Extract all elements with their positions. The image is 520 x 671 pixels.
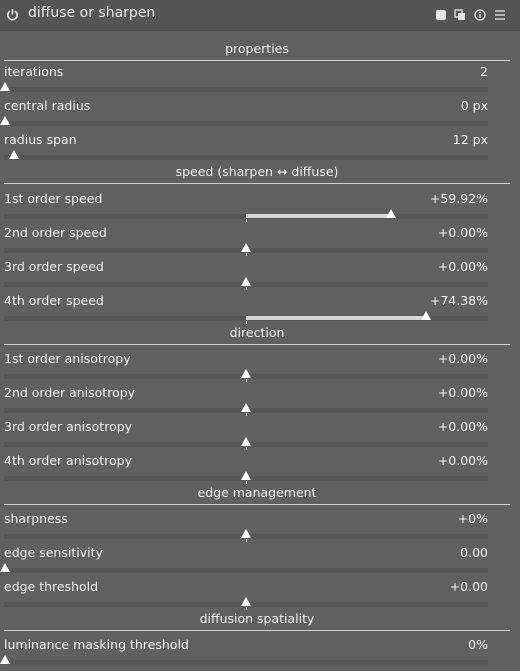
section-edge-management: edge management [4, 484, 510, 505]
slider-value: +0.00% [437, 225, 488, 240]
slider-center-tick [246, 539, 247, 542]
slider-marker[interactable] [241, 277, 251, 286]
slider-4th-order-anisotropy[interactable]: 4th order anisotropy +0.00% [0, 453, 520, 487]
slider-label: radius span [4, 132, 77, 147]
slider-value: +74.38% [429, 293, 488, 308]
module-header: diffuse or sharpen [0, 0, 520, 31]
section-speed: speed (sharpen ↔ diffuse) [4, 163, 510, 184]
slider-sharpness[interactable]: sharpness +0% [0, 511, 520, 545]
slider-3rd-order-speed[interactable]: 3rd order speed +0.00% [0, 259, 520, 293]
section-diffusion-spatiality: diffusion spatiality [4, 610, 510, 631]
slider-track[interactable] [4, 155, 488, 160]
slider-label: edge sensitivity [4, 545, 103, 560]
slider-iterations[interactable]: iterations 2 [0, 64, 520, 98]
module-title: diffuse or sharpen [28, 5, 156, 21]
slider-marker[interactable] [241, 403, 251, 412]
slider-label: 1st order speed [4, 191, 103, 206]
slider-fill [246, 214, 391, 218]
slider-central-radius[interactable]: central radius 0 px [0, 98, 520, 132]
multi-instance-icon[interactable] [454, 9, 466, 21]
slider-track[interactable] [4, 121, 488, 126]
slider-marker[interactable] [241, 243, 251, 252]
slider-marker[interactable] [241, 369, 251, 378]
slider-value: 0 px [460, 98, 488, 113]
slider-1st-order-anisotropy[interactable]: 1st order anisotropy +0.00% [0, 351, 520, 385]
slider-luminance-masking-threshold[interactable]: luminance masking threshold 0% [0, 637, 520, 671]
slider-marker[interactable] [0, 116, 10, 125]
slider-1st-order-speed[interactable]: 1st order speed +59.92% [0, 191, 520, 225]
slider-marker[interactable] [0, 655, 10, 664]
slider-label: iterations [4, 64, 64, 79]
slider-value: +0.00 [449, 579, 488, 594]
slider-center-tick [246, 287, 247, 290]
slider-marker[interactable] [0, 563, 10, 572]
slider-center-tick [246, 219, 247, 222]
slider-center-tick [246, 379, 247, 382]
slider-value: 2 [480, 64, 488, 79]
slider-value: 0.00 [460, 545, 488, 560]
reset-icon[interactable] [474, 9, 486, 21]
slider-label: 3rd order speed [4, 259, 104, 274]
slider-value: +0.00% [437, 351, 488, 366]
presets-icon[interactable] [435, 9, 447, 21]
slider-track[interactable] [4, 660, 488, 665]
slider-value: 12 px [452, 132, 488, 147]
slider-marker[interactable] [241, 437, 251, 446]
slider-value: +0.00% [437, 453, 488, 468]
slider-value: +0.00% [437, 259, 488, 274]
slider-4th-order-speed[interactable]: 4th order speed +74.38% [0, 293, 520, 327]
slider-track[interactable] [4, 568, 488, 573]
slider-value: +0.00% [437, 385, 488, 400]
slider-label: central radius [4, 98, 91, 113]
slider-label: 4th order anisotropy [4, 453, 133, 468]
slider-label: 1st order anisotropy [4, 351, 131, 366]
slider-edge-sensitivity[interactable]: edge sensitivity 0.00 [0, 545, 520, 579]
slider-label: sharpness [4, 511, 68, 526]
slider-track[interactable] [4, 87, 488, 92]
slider-center-tick [246, 253, 247, 256]
slider-center-tick [246, 447, 247, 450]
menu-icon[interactable] [494, 9, 506, 21]
slider-label: edge threshold [4, 579, 99, 594]
slider-label: 4th order speed [4, 293, 104, 308]
slider-label: 2nd order speed [4, 225, 107, 240]
slider-value: +0.00% [437, 419, 488, 434]
slider-marker[interactable] [241, 471, 251, 480]
slider-label: luminance masking threshold [4, 637, 189, 652]
section-properties: properties [4, 40, 510, 61]
slider-fill [246, 316, 426, 320]
slider-radius-span[interactable]: radius span 12 px [0, 132, 520, 166]
slider-value: +0% [457, 511, 488, 526]
slider-marker[interactable] [386, 209, 396, 218]
slider-label: 3rd order anisotropy [4, 419, 133, 434]
slider-center-tick [246, 413, 247, 416]
slider-value: +59.92% [429, 191, 488, 206]
slider-label: 2nd order anisotropy [4, 385, 136, 400]
slider-3rd-order-anisotropy[interactable]: 3rd order anisotropy +0.00% [0, 419, 520, 453]
slider-value: 0% [468, 637, 488, 652]
slider-marker[interactable] [420, 311, 431, 320]
slider-marker[interactable] [241, 529, 251, 538]
slider-2nd-order-speed[interactable]: 2nd order speed +0.00% [0, 225, 520, 259]
slider-edge-threshold[interactable]: edge threshold +0.00 [0, 579, 520, 613]
slider-marker[interactable] [241, 597, 251, 606]
section-direction: direction [4, 324, 510, 345]
power-icon[interactable] [6, 8, 19, 21]
slider-2nd-order-anisotropy[interactable]: 2nd order anisotropy +0.00% [0, 385, 520, 419]
slider-marker[interactable] [8, 150, 19, 159]
slider-marker[interactable] [0, 82, 10, 91]
module-panel: properties iterations 2 central radius 0… [0, 31, 520, 665]
